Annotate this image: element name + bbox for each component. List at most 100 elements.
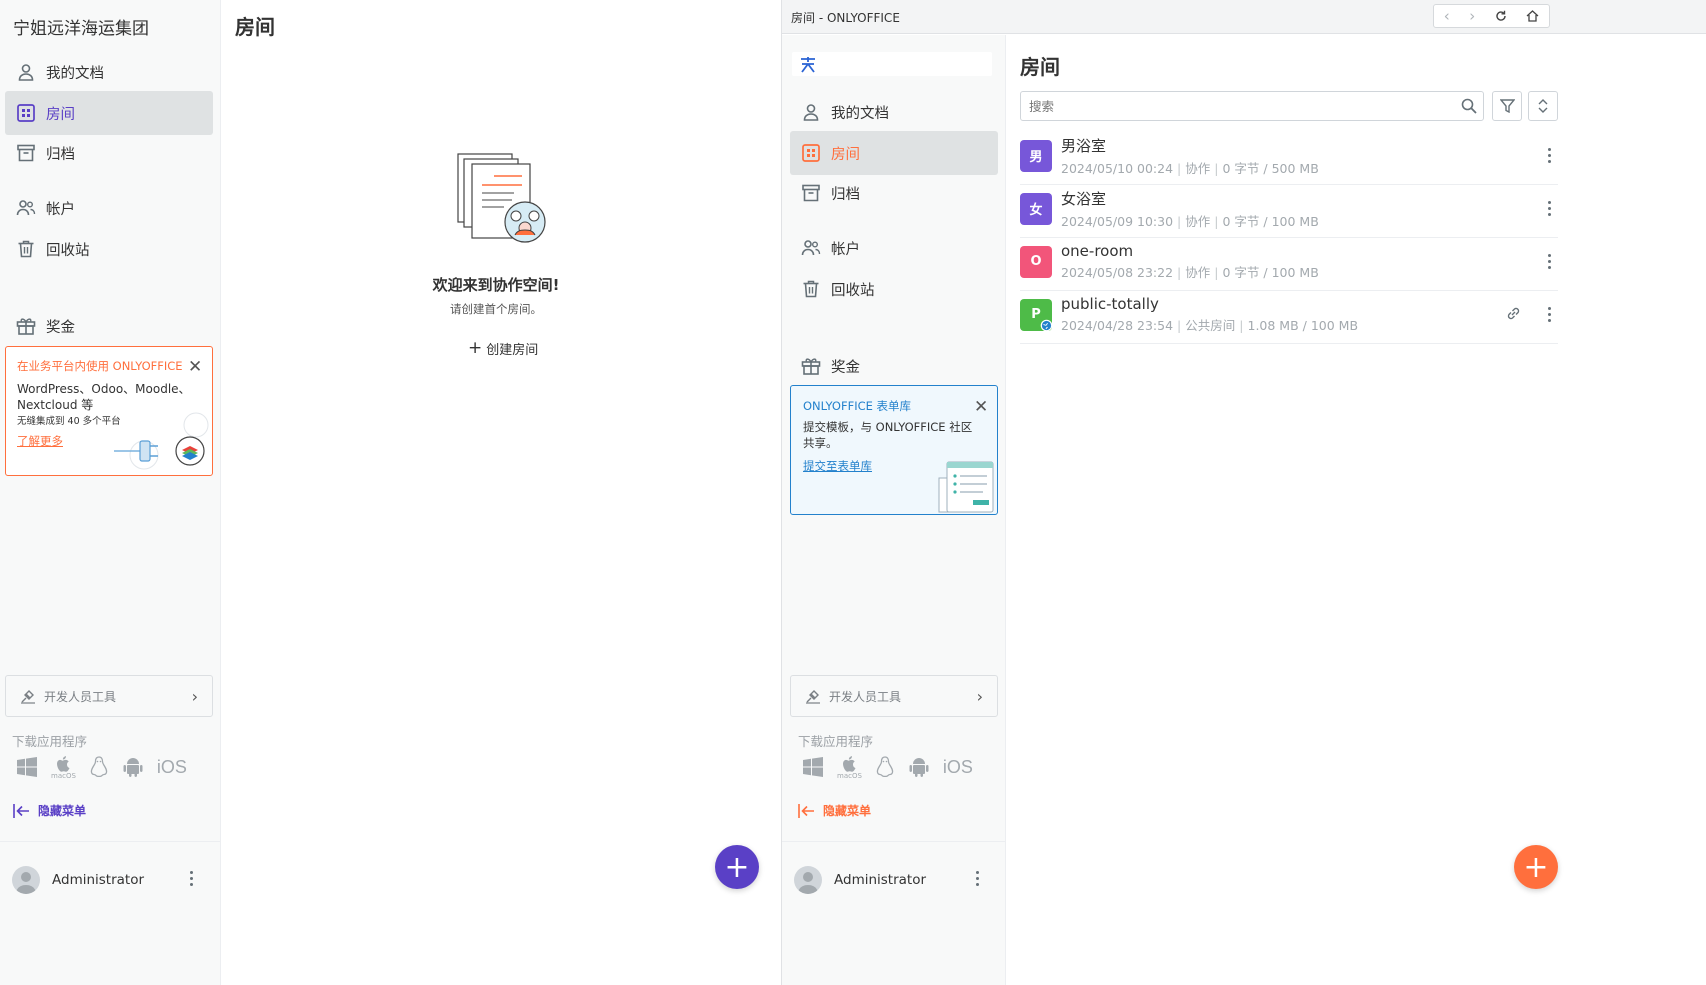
sidebar-item-label: 我的文档 — [46, 65, 104, 82]
submit-to-gallery-link[interactable]: 提交至表单库 — [803, 458, 872, 474]
gift-icon — [801, 356, 821, 376]
sidebar-item-rooms[interactable]: 房间 — [5, 91, 213, 135]
close-icon[interactable]: ✕ — [974, 399, 988, 416]
macos-icon[interactable]: macOS — [837, 754, 862, 780]
room-date: 2024/05/09 10:30 — [1061, 213, 1174, 229]
sidebar-item-label: 奖金 — [831, 359, 860, 376]
search-icon[interactable] — [1461, 98, 1477, 114]
collapse-arrow-icon — [798, 803, 815, 818]
sort-button[interactable] — [1528, 91, 1558, 121]
windows-icon[interactable] — [16, 756, 38, 778]
create-fab-button[interactable]: + — [1514, 845, 1558, 889]
form-gallery-promo-banner: ONLYOFFICE 表单库 ✕ 提交模板，与 ONLYOFFICE 社区共享。… — [790, 385, 998, 515]
plus-icon: + — [468, 338, 483, 358]
sidebar-item-bonus[interactable]: 奖金 — [790, 344, 998, 388]
ios-label[interactable]: iOS — [157, 757, 187, 778]
create-fab-button[interactable]: + — [715, 845, 759, 889]
room-row[interactable]: 男 男浴室 2024/05/10 00:24 | 协作 | 0 字节 / 500 MB — [1020, 127, 1558, 185]
android-icon[interactable] — [908, 756, 930, 778]
empty-state-subtitle: 请创建首个房间。 — [450, 302, 542, 316]
sidebar-item-label: 归档 — [46, 146, 75, 163]
filter-button[interactable] — [1492, 91, 1522, 121]
developer-tools-button[interactable]: 开发人员工具 › — [5, 675, 213, 717]
room-date: 2024/04/28 23:54 — [1061, 318, 1174, 333]
room-title[interactable]: public-totally — [1061, 295, 1358, 313]
refresh-icon[interactable] — [1495, 10, 1507, 22]
logo-icon — [801, 57, 815, 73]
sidebar-item-accounts[interactable]: 帐户 — [790, 226, 998, 270]
room-menu-icon[interactable] — [1548, 148, 1551, 163]
room-title[interactable]: 女浴室 — [1061, 188, 1319, 209]
linux-icon[interactable] — [89, 756, 109, 778]
forward-icon[interactable]: › — [1469, 7, 1475, 25]
room-row[interactable]: 女 女浴室 2024/05/09 10:30 | 协作 | 0 字节 / 100 MB — [1020, 180, 1558, 238]
sidebar-item-my-documents[interactable]: 我的文档 — [5, 50, 213, 94]
developer-tools-button[interactable]: 开发人员工具 › — [790, 675, 998, 717]
hide-menu-button[interactable]: 隐藏菜单 — [13, 802, 86, 819]
sidebar-item-rooms[interactable]: 房间 — [790, 131, 998, 175]
link-icon[interactable] — [1506, 306, 1521, 321]
org-name[interactable]: 宁姐远洋海运集团 — [13, 14, 149, 39]
avatar[interactable] — [794, 865, 822, 894]
org-logo[interactable] — [792, 52, 992, 76]
room-date: 2024/05/08 23:22 — [1061, 265, 1174, 280]
macos-icon[interactable]: macOS — [51, 754, 76, 780]
room-menu-icon[interactable] — [1548, 254, 1551, 269]
sidebar-item-my-documents[interactable]: 我的文档 — [790, 90, 998, 134]
promo-line-3: 无缝集成到 40 多个平台 — [17, 416, 121, 427]
home-icon[interactable] — [1526, 10, 1539, 22]
room-title[interactable]: 男浴室 — [1061, 135, 1319, 156]
room-row[interactable]: P public-totally 2024/04/28 23:54 | 公共房间 | 1… — [1020, 286, 1558, 344]
hide-menu-label: 隐藏菜单 — [38, 804, 87, 818]
room-meta: 2024/05/10 00:24 | 协作 | 0 字节 / 500 MB — [1061, 160, 1319, 176]
create-room-label: 创建房间 — [486, 343, 539, 358]
room-row[interactable]: O one-room 2024/05/08 23:22 | 协作 | 0 字节 / 10… — [1020, 233, 1558, 291]
room-logo: 女 — [1020, 192, 1052, 225]
ios-label[interactable]: iOS — [943, 757, 973, 778]
search-input[interactable] — [1021, 92, 1451, 120]
user-icon — [16, 62, 36, 82]
windows-icon[interactable] — [802, 756, 824, 778]
sidebar-item-label: 房间 — [831, 146, 860, 163]
user-menu-icon[interactable] — [190, 871, 193, 886]
linux-icon[interactable] — [875, 756, 895, 778]
room-size: 1.08 MB / 100 MB — [1247, 318, 1359, 333]
sidebar-item-bonus[interactable]: 奖金 — [5, 304, 213, 348]
sidebar-item-archive[interactable]: 归档 — [790, 171, 998, 215]
download-platforms: macOS iOS — [802, 754, 973, 780]
sidebar-item-label: 我的文档 — [831, 105, 889, 122]
avatar[interactable] — [12, 865, 40, 894]
room-meta: 2024/05/09 10:30 | 协作 | 0 字节 / 100 MB — [1061, 213, 1319, 229]
user-profile[interactable]: Administrator — [782, 841, 1006, 917]
sidebar-item-trash[interactable]: 回收站 — [5, 227, 213, 271]
room-menu-icon[interactable] — [1548, 201, 1551, 216]
sidebar-item-archive[interactable]: 归档 — [5, 131, 213, 175]
empty-rooms-illustration — [457, 153, 546, 243]
room-menu-icon[interactable] — [1548, 307, 1551, 322]
user-menu-icon[interactable] — [976, 871, 979, 886]
sidebar-item-trash[interactable]: 回收站 — [790, 267, 998, 311]
sidebar-item-accounts[interactable]: 帐户 — [5, 186, 213, 230]
promo-title: 在业务平台内使用 ONLYOFFICE — [17, 359, 183, 373]
hide-menu-button[interactable]: 隐藏菜单 — [798, 802, 871, 819]
android-icon[interactable] — [122, 756, 144, 778]
sidebar-item-label: 回收站 — [831, 282, 875, 299]
user-profile[interactable]: Administrator — [0, 841, 221, 917]
room-title[interactable]: one-room — [1061, 242, 1319, 260]
close-icon[interactable]: ✕ — [188, 359, 202, 376]
chevron-right-icon: › — [976, 686, 983, 706]
room-date: 2024/05/10 00:24 — [1061, 160, 1174, 176]
create-room-link[interactable]: + 创建房间 — [468, 338, 539, 359]
download-apps-label: 下载应用程序 — [798, 734, 874, 749]
globe-badge-icon — [1040, 319, 1053, 332]
learn-more-link[interactable]: 了解更多 — [17, 433, 63, 449]
download-apps-label: 下载应用程序 — [12, 734, 88, 749]
window-title: 房间 - ONLYOFFICE — [791, 11, 900, 25]
back-icon[interactable]: ‹ — [1444, 7, 1450, 25]
dev-tools-icon — [20, 688, 36, 704]
search-box[interactable] — [1020, 91, 1484, 121]
right-sidebar: 我的文档 房间 归档 帐户 回收站 奖金 ONLYOFFICE 表单库 ✕ 提交… — [782, 35, 1006, 985]
macos-caption: macOS — [837, 772, 862, 780]
room-type: 公共房间 — [1185, 318, 1236, 333]
promo-title: ONLYOFFICE 表单库 — [803, 399, 912, 413]
